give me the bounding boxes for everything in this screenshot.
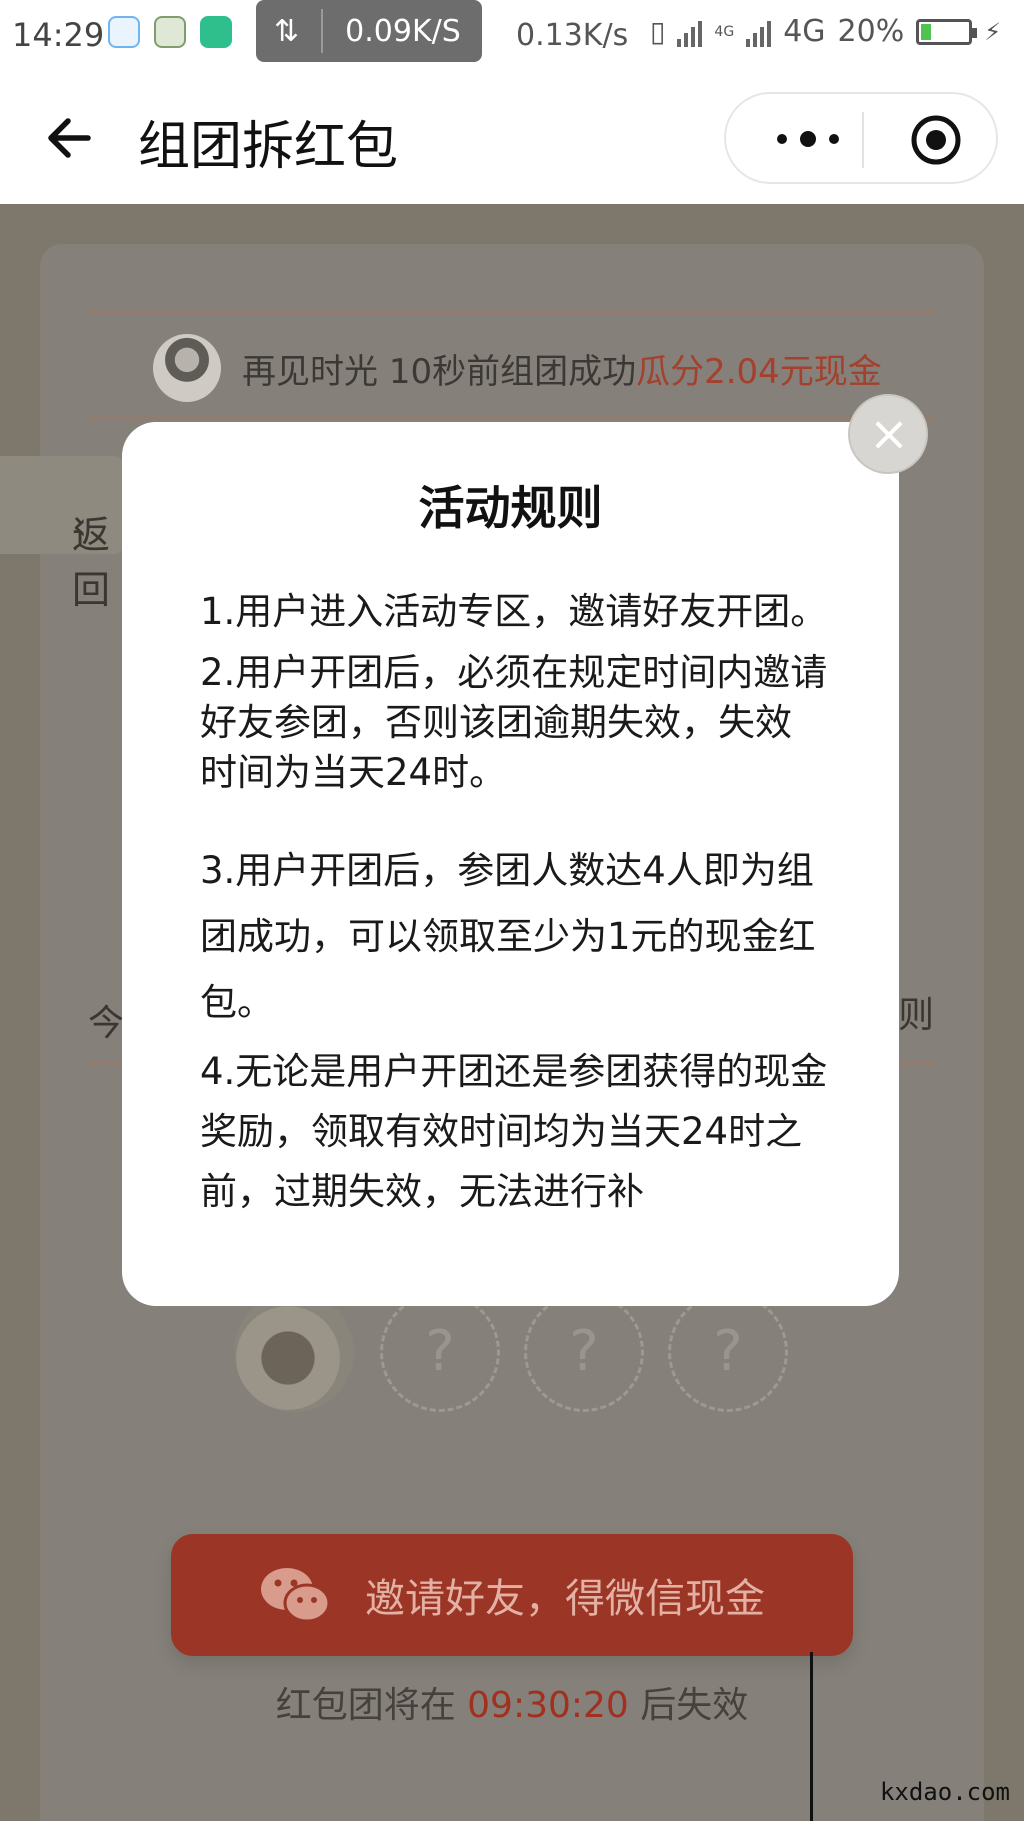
invite-button-label: 邀请好友，得微信现金 (365, 1576, 765, 1622)
net-speed-pill-text: 0.09K/S (345, 13, 461, 49)
net-speed: 0.13K/s (516, 18, 629, 53)
invite-friends-button[interactable]: 邀请好友，得微信现金 (171, 1534, 853, 1656)
close-miniprogram-icon[interactable] (910, 114, 962, 166)
miniprogram-capsule (724, 92, 998, 184)
signal-icon-2 (746, 17, 772, 47)
app-notification-icon (154, 16, 186, 48)
close-modal-button[interactable]: × (848, 394, 928, 474)
rules-link[interactable]: 则 (898, 986, 934, 1038)
back-arrow-icon[interactable] (40, 108, 100, 168)
transfer-icon: ⇅ (274, 13, 300, 49)
page-title: 组团拆红包 (138, 117, 399, 177)
system-indicators: ▯ 4G 4G 20% ⚡ (650, 14, 1001, 49)
qq-icon (108, 16, 140, 48)
status-time: 14:29 (12, 16, 105, 54)
vibrate-icon: ▯ (650, 15, 666, 48)
mini-network-label: 4G (714, 23, 735, 40)
net-speed-pill: ⇅ 0.09K/S (256, 0, 482, 62)
divider (88, 312, 936, 314)
watermark: kxdao.com (879, 1778, 1010, 1806)
rule-item: 4.无论是用户开团还是参团获得的现金奖励，领取有效时间均为当天24时之前，过期失… (200, 1050, 828, 1213)
empty-member-slot[interactable]: ? (380, 1292, 500, 1412)
countdown-suffix: 后失效 (640, 1685, 749, 1726)
empty-member-slot[interactable]: ? (524, 1292, 644, 1412)
empty-member-slot[interactable]: ? (668, 1292, 788, 1412)
rule-item: 2.用户开团后，必须在规定时间内邀请好友参团，否则该团逾期失效，失效时间为当天2… (200, 651, 828, 794)
back-tab[interactable]: ‹ 返回 (0, 456, 124, 612)
charging-icon: ⚡ (984, 17, 1002, 46)
ticker-reward: 瓜分2.04元现金 (636, 352, 882, 392)
close-icon: × (868, 406, 910, 462)
obscured-text-left: 今 (88, 1003, 125, 1044)
notification-icons (108, 16, 232, 48)
modal-title: 活动规则 (418, 481, 603, 535)
countdown-prefix: 红包团将在 (275, 1685, 456, 1726)
wechat-icon (261, 1568, 331, 1623)
member-avatar (234, 1292, 354, 1412)
battery-fill (921, 23, 932, 40)
ticker-user: 再见时光 (242, 352, 378, 392)
rules-list[interactable]: 1.用户进入活动专区，邀请好友开团。 2.用户开团后，必须在规定时间内邀请好友参… (200, 582, 828, 1282)
network-type: 4G (783, 14, 826, 49)
countdown-time: 09:30:20 (467, 1685, 629, 1726)
rules-modal: 活动规则 1.用户进入活动专区，邀请好友开团。 2.用户开团后，必须在规定时间内… (122, 422, 899, 1306)
battery-percent: 20% (837, 14, 905, 49)
back-tab-label: 返回 (72, 513, 111, 612)
rule-item: 3.用户开团后，参团人数达4人即为组团成功，可以领取至少为1元的现金红包。 (200, 849, 816, 1024)
more-dots-icon[interactable] (766, 124, 850, 154)
nav-bar: 组团拆红包 (0, 76, 1024, 204)
countdown-text: 红包团将在 09:30:20 后失效 (0, 1676, 1024, 1728)
divider (88, 418, 936, 420)
rule-item: 1.用户进入活动专区，邀请好友开团。 (200, 590, 828, 633)
status-bar: 14:29 ⇅ 0.09K/S 0.13K/s ▯ 4G 4G 20% ⚡ (0, 0, 1024, 76)
hotspot-icon (200, 16, 232, 48)
signal-icon (677, 17, 703, 47)
battery-icon (916, 18, 978, 45)
ticker-time: 10秒前组团成功 (388, 352, 637, 392)
decor-line (810, 1652, 813, 1821)
avatar (153, 334, 221, 402)
success-ticker: 再见时光 10秒前组团成功瓜分2.04元现金 (242, 344, 882, 393)
